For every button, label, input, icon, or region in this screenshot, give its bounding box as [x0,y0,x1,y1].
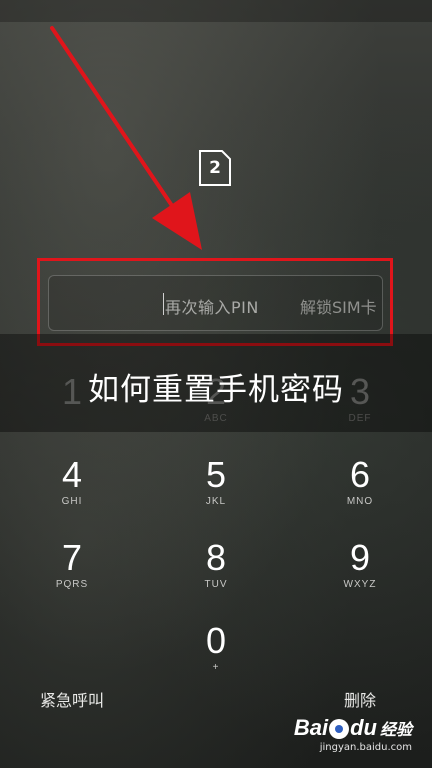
key-4-letters: GHI [61,496,83,507]
key-7-digit: 7 [61,537,83,578]
sim-slot-number: 2 [209,158,221,178]
key-0-digit: 0 [205,620,227,661]
watermark-url: jingyan.baidu.com [319,742,412,753]
key-8[interactable]: 8 TUV [171,538,261,608]
key-6-digit: 6 [349,454,371,495]
baidu-logo-suffix: du [350,715,377,740]
key-9-letters: WXYZ [343,579,377,590]
sim-card-icon: 2 [198,150,232,186]
key-6[interactable]: 6 MNO [315,455,405,525]
baidu-paw-icon [329,719,350,740]
key-7-letters: PQRS [55,579,89,590]
delete-button[interactable]: 删除 [344,687,376,711]
key-8-digit: 8 [205,537,227,578]
key-5-digit: 5 [205,454,227,495]
jingyan-label: 经验 [379,722,412,739]
key-5-letters: JKL [205,496,227,507]
key-9[interactable]: 9 WXYZ [315,538,405,608]
key-4[interactable]: 4 GHI [27,455,117,525]
key-6-letters: MNO [346,496,374,507]
key-0-letters: + [212,662,220,673]
baidu-logo-text: Bai [293,715,329,740]
key-7[interactable]: 7 PQRS [27,538,117,608]
status-bar-area [0,0,432,22]
key-4-digit: 4 [61,454,83,495]
key-0[interactable]: 0 + [171,621,261,691]
key-9-digit: 9 [349,537,371,578]
annotation-highlight-box [37,258,393,346]
key-8-letters: TUV [204,579,228,590]
banner-title: 如何重置手机密码 [88,372,344,408]
emergency-call-button[interactable]: 紧急呼叫 [40,687,104,711]
baidu-logo: Bai du 经验 [294,715,412,741]
key-5[interactable]: 5 JKL [171,455,261,525]
baidu-jingyan-watermark: Bai du 经验 jingyan.baidu.com [294,715,412,753]
